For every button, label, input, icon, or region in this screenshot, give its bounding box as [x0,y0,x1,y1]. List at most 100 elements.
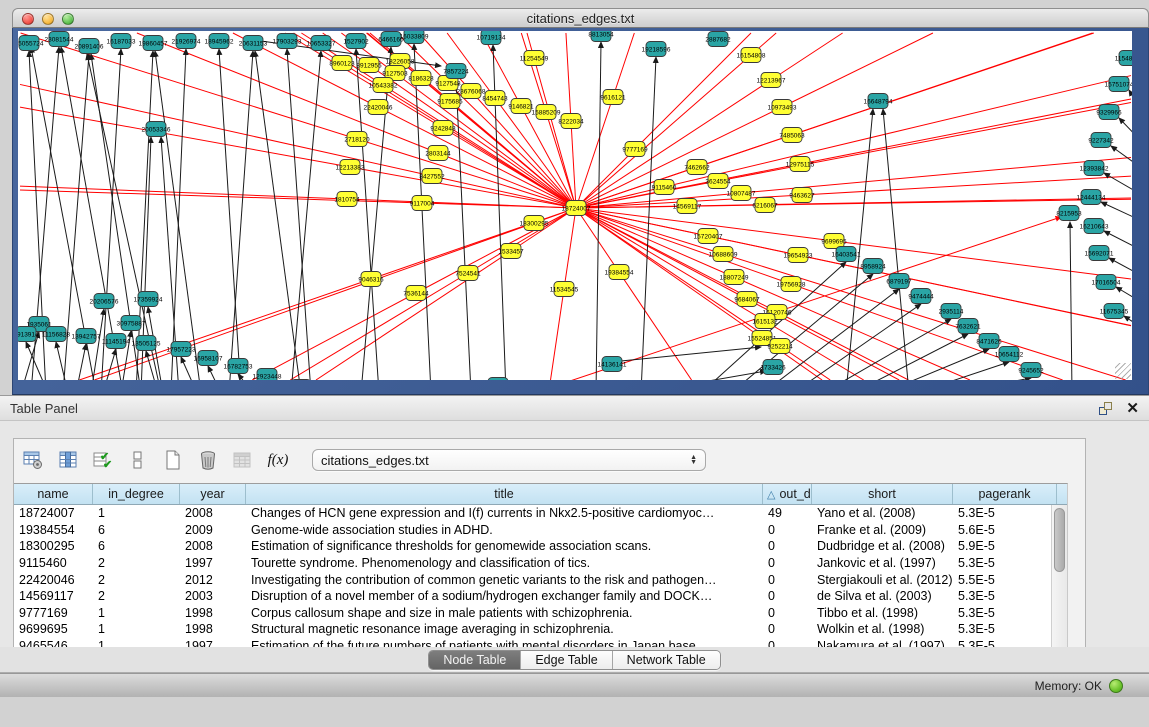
table-cell[interactable]: 1 [93,605,180,622]
table-cell[interactable]: Franke et al. (2009) [812,522,953,539]
column-header-title[interactable]: title [246,484,763,504]
table-cell[interactable]: Tibbo et al. (1998) [812,605,953,622]
rows-icon[interactable] [125,447,151,473]
table-cell[interactable]: 19384554 [14,522,93,539]
network-graph[interactable]: 1872400789601238912955182260589127503105… [18,31,1132,380]
table-cell[interactable]: 0 [763,621,812,638]
table-cell[interactable]: 1998 [180,605,246,622]
table-cell[interactable]: Tourette syndrome. Phenomenology and cla… [246,555,763,572]
table-cell[interactable]: 2 [93,588,180,605]
table-cell[interactable]: 0 [763,538,812,555]
table-cell[interactable]: 49 [763,505,812,522]
network-window-titlebar[interactable]: citations_edges.txt [12,8,1149,28]
table-cell[interactable]: 9699695 [14,621,93,638]
table-settings-icon[interactable] [20,447,46,473]
table-cell[interactable]: 0 [763,605,812,622]
table-cell[interactable]: 1 [93,505,180,522]
table-cell[interactable]: 0 [763,571,812,588]
tab-node-table[interactable]: Node Table [429,651,521,669]
graph-node-label: 23081544 [45,36,74,43]
red-edge [561,217,1061,380]
scrollbar-thumb[interactable] [1054,508,1065,572]
column-header-name[interactable]: name [14,484,93,504]
table-cell[interactable]: 5.3E-5 [953,588,1057,605]
new-column-icon[interactable] [160,447,186,473]
function-builder-icon[interactable]: f(x) [265,447,291,473]
table-row[interactable]: 969969511998Structural magnetic resonanc… [14,621,1067,638]
table-cell[interactable]: Dudbridge et al. (2008) [812,538,953,555]
red-edge [613,33,634,97]
select-all-icon[interactable]: ✔✔ [90,447,116,473]
table-cell[interactable]: 5.3E-5 [953,621,1057,638]
tab-network-table[interactable]: Network Table [613,651,720,669]
table-cell[interactable]: Corpus callosum shape and size in male p… [246,605,763,622]
column-header-short[interactable]: short [812,484,953,504]
column-header-out_de[interactable]: △out_de... [763,484,812,504]
table-cell[interactable]: 0 [763,522,812,539]
table-cell[interactable]: 22420046 [14,571,93,588]
table-cell[interactable]: Jankovic et al. (1997) [812,555,953,572]
table-cell[interactable]: 0 [763,588,812,605]
graph-node-label: 9474444 [908,293,934,300]
table-cell[interactable]: Changes of HCN gene expression and I(f) … [246,505,763,522]
table-row[interactable]: 1830029562008Estimation of significance … [14,538,1067,555]
table-cell[interactable]: 1998 [180,621,246,638]
table-cell[interactable]: 1997 [180,555,246,572]
table-select-dropdown[interactable]: citations_edges.txt ▲▼ [312,449,706,471]
column-header-pagerank[interactable]: pagerank [953,484,1057,504]
canvas-resize-grip[interactable] [1115,363,1131,379]
close-window-button[interactable] [22,13,34,25]
table-cell[interactable]: 2003 [180,588,246,605]
table-cell[interactable]: 6 [93,522,180,539]
table-cell[interactable]: 2 [93,571,180,588]
graph-node-label: 17903293 [273,38,302,45]
table-row[interactable]: 911546021997Tourette syndrome. Phenomeno… [14,555,1067,572]
table-cell[interactable]: Structural magnetic resonance image aver… [246,621,763,638]
float-panel-icon[interactable] [1099,402,1112,415]
table-cell[interactable]: 1 [93,621,180,638]
graph-node[interactable] [291,380,311,381]
table-cell[interactable]: 6 [93,538,180,555]
table-cell[interactable]: 5.5E-5 [953,571,1057,588]
table-cell[interactable]: 9115460 [14,555,93,572]
table-cell[interactable]: 14569117 [14,588,93,605]
graph-node[interactable] [488,378,508,381]
table-cell[interactable]: Stergiakouli et al. (2012) [812,571,953,588]
table-columns-icon[interactable] [55,447,81,473]
table-cell[interactable]: 9777169 [14,605,93,622]
table-cell[interactable]: 5.6E-5 [953,522,1057,539]
table-cell[interactable]: 5.3E-5 [953,605,1057,622]
table-cell[interactable]: 18300295 [14,538,93,555]
table-cell[interactable]: de Silva et al. (2003) [812,588,953,605]
table-cell[interactable]: Genome-wide association studies in ADHD. [246,522,763,539]
close-panel-icon[interactable]: ✕ [1126,402,1139,415]
table-cell[interactable]: 5.9E-5 [953,538,1057,555]
table-cell[interactable]: 2008 [180,538,246,555]
delete-column-icon[interactable] [195,447,221,473]
table-cell[interactable]: Estimation of significance thresholds fo… [246,538,763,555]
network-canvas[interactable]: 1872400789601238912955182260589127503105… [18,31,1132,380]
table-row[interactable]: 977716911998Corpus callosum shape and si… [14,605,1067,622]
table-cell[interactable]: 5.3E-5 [953,555,1057,572]
zoom-window-button[interactable] [62,13,74,25]
graph-node-label: 16403541 [832,251,861,258]
table-row[interactable]: 2242004622012Investigating the contribut… [14,571,1067,588]
table-cell[interactable]: 2009 [180,522,246,539]
table-cell[interactable]: Yano et al. (2008) [812,505,953,522]
table-cell[interactable]: Disruption of a novel member of a sodium… [246,588,763,605]
table-cell[interactable]: 5.3E-5 [953,505,1057,522]
tab-edge-table[interactable]: Edge Table [521,651,612,669]
table-row[interactable]: 1872400712008Changes of HCN gene express… [14,505,1067,522]
table-cell[interactable]: Investigating the contribution of common… [246,571,763,588]
table-cell[interactable]: 18724007 [14,505,93,522]
column-header-in_degree[interactable]: in_degree [93,484,180,504]
table-row[interactable]: 1938455462009Genome-wide association stu… [14,522,1067,539]
column-header-year[interactable]: year [180,484,246,504]
table-cell[interactable]: 2 [93,555,180,572]
table-cell[interactable]: Wolkin et al. (1998) [812,621,953,638]
table-row[interactable]: 1456911722003Disruption of a novel membe… [14,588,1067,605]
table-cell[interactable]: 2008 [180,505,246,522]
table-cell[interactable]: 2012 [180,571,246,588]
table-cell[interactable]: 0 [763,555,812,572]
minimize-window-button[interactable] [42,13,54,25]
